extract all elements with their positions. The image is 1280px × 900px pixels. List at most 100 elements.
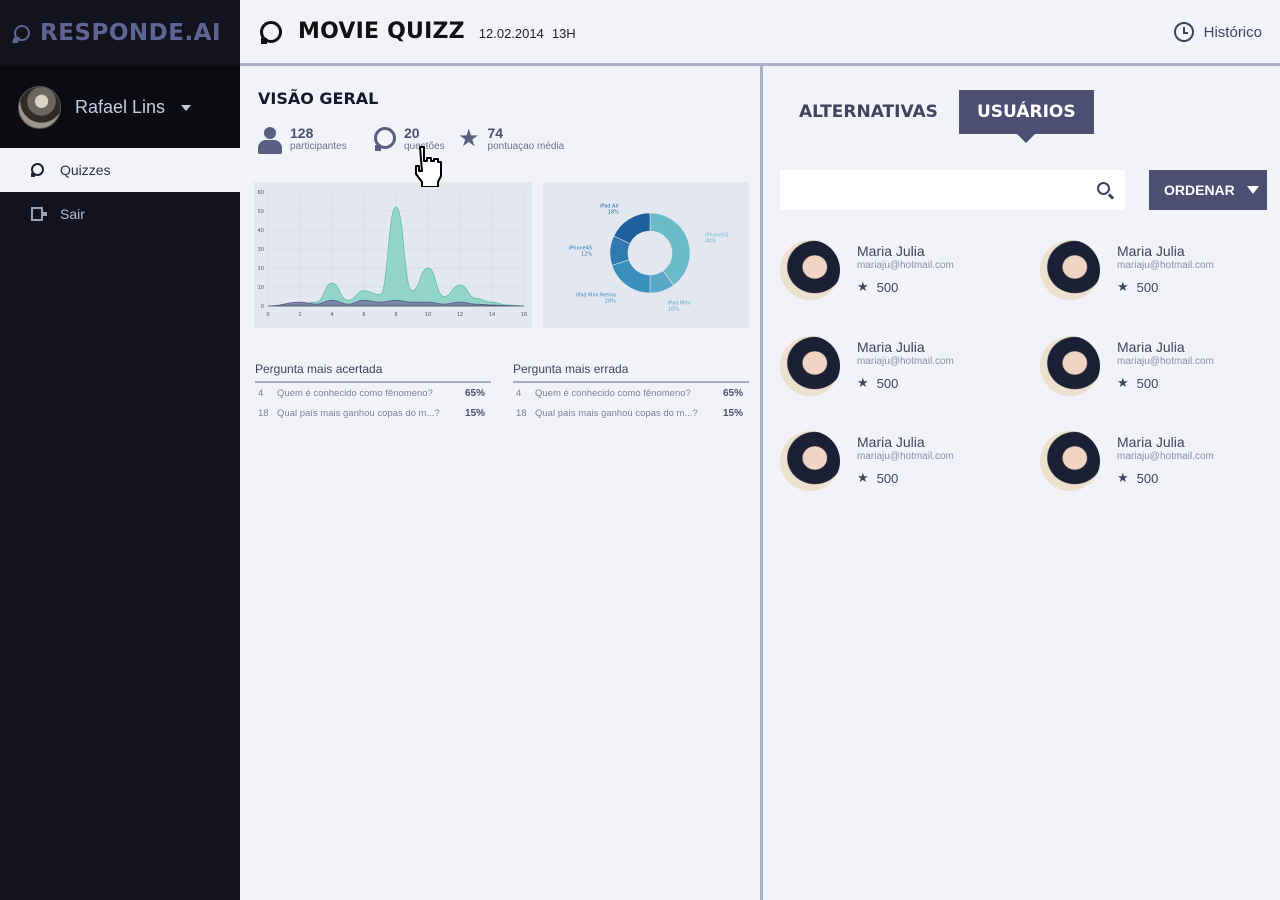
user-card[interactable]: Maria Julia mariaju@hotmail.com ★ 500: [1040, 240, 1270, 302]
slice-value: 40%: [705, 238, 716, 244]
slice-value: 12%: [581, 252, 592, 258]
table-title: Pergunta mais errada: [513, 362, 749, 383]
x-tick-label: 6: [362, 312, 365, 318]
brand-name: RESPONDE.AI: [40, 20, 222, 46]
user-card-score: ★ 500: [1117, 375, 1214, 391]
star-icon: ★: [458, 125, 480, 152]
star-icon: ★: [857, 279, 869, 294]
avatar: [1040, 431, 1100, 491]
x-tick-label: 10: [425, 312, 431, 318]
clock-icon: [1173, 22, 1194, 42]
question-text: Qual país mais ganhou copas do m...?: [535, 407, 698, 419]
score-value: 500: [1136, 375, 1159, 391]
tab-usuarios[interactable]: USUÁRIOS: [959, 90, 1094, 143]
table-title: Pergunta mais acertada: [255, 362, 491, 383]
donut-slice: [611, 259, 651, 294]
hand-cursor-icon: [415, 146, 442, 187]
table-row[interactable]: 18 Qual país mais ganhou copas do m...? …: [513, 403, 749, 423]
order-button[interactable]: ORDENAR: [1149, 170, 1267, 210]
y-tick-label: 40: [258, 228, 264, 234]
donut-chart-svg: iPhone5S40%iPad Mini10%iPad Mini Retina2…: [569, 203, 729, 312]
tab-alternativas[interactable]: ALTERNATIVAS: [799, 90, 938, 134]
y-tick-label: 60: [258, 190, 264, 196]
y-tick-label: 20: [258, 266, 264, 272]
question-percent: 65%: [722, 387, 743, 399]
user-card-name: Maria Julia: [1117, 434, 1185, 450]
search-input[interactable]: [780, 170, 1080, 210]
caret-down-icon[interactable]: [181, 105, 192, 111]
user-card[interactable]: Maria Julia mariaju@hotmail.com ★ 500: [780, 431, 1010, 493]
user-card-email: mariaju@hotmail.com: [1117, 451, 1214, 462]
history-link[interactable]: Histórico: [1173, 22, 1262, 42]
question-text: Quem é conhecido como fênomeno?: [277, 387, 433, 399]
question-percent: 15%: [722, 407, 743, 419]
question-text: Quem é conhecido como fênomeno?: [535, 387, 691, 399]
search-icon[interactable]: [1097, 182, 1110, 195]
x-tick-label: 14: [489, 312, 495, 318]
bubble-icon: [31, 163, 45, 177]
sidebar-item-label: Quizzes: [60, 162, 111, 178]
user-card-email: mariaju@hotmail.com: [1117, 260, 1214, 271]
question-percent: 65%: [464, 387, 485, 399]
caret-down-icon: [1246, 186, 1259, 194]
brand[interactable]: RESPONDE.AI: [0, 0, 240, 66]
sidebar-item-quizzes[interactable]: Quizzes: [0, 148, 240, 192]
score-value: 500: [876, 375, 899, 391]
avatar: [780, 240, 840, 300]
user-card-email: mariaju@hotmail.com: [1117, 356, 1214, 367]
user-card[interactable]: Maria Julia mariaju@hotmail.com ★ 500: [1040, 336, 1270, 398]
table-row[interactable]: 4 Quem é conhecido como fênomeno? 65%: [255, 383, 491, 403]
x-tick-label: 0: [266, 312, 269, 318]
star-icon: ★: [1117, 375, 1129, 390]
slice-value: 10%: [668, 306, 679, 312]
user-card-name: Maria Julia: [1117, 339, 1185, 355]
avatar: [1040, 240, 1100, 300]
bubble-icon: [374, 127, 396, 151]
user-menu[interactable]: Rafael Lins: [0, 66, 240, 148]
table-row[interactable]: 18 Qual país mais ganhou copas do m...? …: [255, 403, 491, 423]
x-tick-label: 16: [521, 312, 527, 318]
score-value: 500: [876, 279, 899, 295]
order-label: ORDENAR: [1164, 182, 1235, 198]
question-percent: 15%: [464, 407, 485, 419]
table-row[interactable]: 4 Quem é conhecido como fênomeno? 65%: [513, 383, 749, 403]
stat-value: 128: [290, 125, 314, 141]
quiz-bubble-icon: [260, 20, 282, 44]
area-chart-svg: 0 10 20 30 40 50 60 0 2 4 6 8 10 12 14 16: [258, 190, 528, 318]
avatar: [780, 431, 840, 491]
logo-bubble-icon: [14, 25, 30, 41]
search-box[interactable]: [780, 170, 1125, 210]
top-bar: MOVIE QUIZZ 12.02.2014 13H Histórico: [240, 0, 1280, 66]
sidebar: RESPONDE.AI Rafael Lins Quizzes Sair: [0, 0, 240, 900]
user-card-email: mariaju@hotmail.com: [857, 356, 954, 367]
stat-participants: 128 participantes: [258, 125, 347, 155]
stat-label: pontuaçao média: [487, 141, 565, 152]
stat-label: participantes: [290, 141, 347, 152]
user-name: Rafael Lins: [75, 96, 166, 117]
donut-chart: iPhone5S 40% iPad Mini 10% iPad Mini Retina 2…: [543, 182, 749, 328]
most-correct-table: Pergunta mais acertada 4 Quem é conhecid…: [255, 362, 491, 423]
user-card[interactable]: Maria Julia mariaju@hotmail.com ★ 500: [780, 336, 1010, 398]
user-card-score: ★ 500: [857, 470, 954, 486]
star-icon: ★: [857, 470, 869, 485]
user-card-score: ★ 500: [1117, 279, 1214, 295]
question-number: 18: [516, 407, 527, 419]
question-number: 18: [258, 407, 269, 419]
x-tick-label: 12: [457, 312, 463, 318]
user-avatar: [18, 85, 61, 129]
area-series-1: [267, 206, 525, 307]
slice-value: 18%: [608, 209, 619, 215]
sidebar-item-sair[interactable]: Sair: [0, 192, 240, 236]
user-card[interactable]: Maria Julia mariaju@hotmail.com ★ 500: [780, 240, 1010, 302]
history-label: Histórico: [1203, 23, 1262, 41]
stat-average-score: ★ 74 pontuaçao média: [458, 125, 564, 152]
sidebar-item-label: Sair: [60, 206, 85, 222]
y-tick-label: 50: [258, 209, 264, 215]
question-text: Qual país mais ganhou copas do m...?: [277, 407, 440, 419]
user-card[interactable]: Maria Julia mariaju@hotmail.com ★ 500: [1040, 431, 1270, 493]
most-wrong-table: Pergunta mais errada 4 Quem é conhecido …: [513, 362, 749, 423]
stat-value: 74: [487, 125, 504, 141]
y-tick-label: 10: [258, 285, 264, 291]
star-icon: ★: [1117, 470, 1129, 485]
exit-icon: [31, 207, 47, 221]
